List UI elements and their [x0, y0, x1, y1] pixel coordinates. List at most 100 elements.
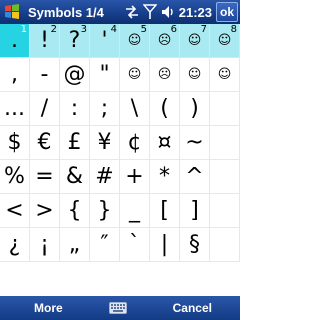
- symbol-key[interactable]: %: [0, 160, 30, 194]
- symbol-key[interactable]: ;: [90, 92, 120, 126]
- symbol-key[interactable]: 7 ☺: [180, 24, 210, 58]
- symbol-key[interactable]: 1.: [0, 24, 30, 58]
- symbol-glyph: ): [190, 95, 199, 121]
- symbol-key[interactable]: ☺: [180, 58, 210, 92]
- keyboard-icon[interactable]: [108, 302, 127, 314]
- symbol-key[interactable]: £: [60, 126, 90, 160]
- symbol-key[interactable]: ¡: [30, 228, 60, 262]
- signal-strength-icon[interactable]: [142, 4, 157, 20]
- symbol-key[interactable]: @: [60, 58, 90, 92]
- ok-button[interactable]: ok: [216, 2, 238, 22]
- symbol-key[interactable]: ": [90, 58, 120, 92]
- symbol-key[interactable]: ¿: [0, 228, 30, 262]
- symbol-key[interactable]: ...: [0, 92, 30, 126]
- smiley-icon: ☺: [127, 67, 142, 82]
- key-number-label: 3: [80, 24, 87, 35]
- symbol-glyph: @: [63, 61, 86, 87]
- symbol-glyph: !: [40, 27, 49, 53]
- symbol-glyph: (: [160, 95, 169, 121]
- symbol-glyph: €: [37, 129, 52, 155]
- symbol-key[interactable]: ¤: [150, 126, 180, 160]
- symbol-key[interactable]: „: [60, 228, 90, 262]
- symbol-key[interactable]: €: [30, 126, 60, 160]
- title-bar: Symbols 1/4 21:23 ok: [0, 0, 240, 24]
- symbol-key[interactable]: ☹: [150, 58, 180, 92]
- symbol-glyph: /: [40, 95, 49, 121]
- symbol-glyph: `: [129, 231, 140, 257]
- symbol-key[interactable]: /: [30, 92, 60, 126]
- key-number-label: 7: [200, 24, 207, 35]
- empty-key: [210, 92, 240, 126]
- symbol-glyph: :: [70, 95, 79, 121]
- key-number-label: 1: [20, 24, 27, 35]
- symbol-key[interactable]: (: [150, 92, 180, 126]
- data-arrows-icon[interactable]: [125, 5, 139, 19]
- symbol-key[interactable]: \: [120, 92, 150, 126]
- symbol-key[interactable]: ¥: [90, 126, 120, 160]
- symbol-key[interactable]: _: [120, 194, 150, 228]
- symbol-key[interactable]: :: [60, 92, 90, 126]
- symbol-glyph: $: [7, 129, 22, 155]
- key-number-label: 6: [170, 24, 177, 35]
- symbol-key[interactable]: ): [180, 92, 210, 126]
- key-number-label: 5: [140, 24, 147, 35]
- symbol-key[interactable]: &: [60, 160, 90, 194]
- more-softkey[interactable]: More: [34, 301, 63, 315]
- symbol-glyph: §: [189, 231, 200, 257]
- symbol-key[interactable]: ¢: [120, 126, 150, 160]
- symbol-glyph: &: [65, 163, 84, 189]
- symbol-key[interactable]: #: [90, 160, 120, 194]
- symbol-key[interactable]: {: [60, 194, 90, 228]
- symbol-key[interactable]: <: [0, 194, 30, 228]
- symbol-key[interactable]: -: [30, 58, 60, 92]
- windows-flag-icon[interactable]: [0, 0, 24, 24]
- symbol-key[interactable]: `: [120, 228, 150, 262]
- key-number-label: 8: [230, 24, 237, 35]
- symbol-glyph: #: [95, 163, 114, 189]
- symbol-key[interactable]: ~: [180, 126, 210, 160]
- speaker-icon[interactable]: [161, 5, 175, 19]
- symbol-key[interactable]: ]: [180, 194, 210, 228]
- symbol-key[interactable]: *: [150, 160, 180, 194]
- symbol-glyph: -: [40, 61, 49, 87]
- symbol-key[interactable]: 4 ': [90, 24, 120, 58]
- symbol-key[interactable]: }: [90, 194, 120, 228]
- symbol-glyph: ^: [185, 163, 204, 189]
- symbol-key[interactable]: ☺: [210, 58, 240, 92]
- smiley-icon: ☺: [217, 67, 232, 82]
- symbol-glyph: ¤: [157, 129, 172, 155]
- symbol-key[interactable]: ☺: [120, 58, 150, 92]
- key-number-label: 2: [50, 24, 57, 35]
- symbol-glyph: }: [97, 197, 112, 223]
- symbol-glyph: ¿: [8, 231, 21, 257]
- symbol-key[interactable]: 2!: [30, 24, 60, 58]
- symbol-key[interactable]: +: [120, 160, 150, 194]
- symbol-key[interactable]: 6 ☹: [150, 24, 180, 58]
- symbol-glyph: |: [160, 231, 169, 257]
- symbol-glyph: [: [160, 197, 169, 223]
- symbol-key[interactable]: ″: [90, 228, 120, 262]
- status-icons: 21:23: [125, 4, 212, 20]
- symbol-key[interactable]: 3?: [60, 24, 90, 58]
- symbol-key[interactable]: [: [150, 194, 180, 228]
- cancel-softkey[interactable]: Cancel: [173, 301, 212, 315]
- symbol-key[interactable]: §: [180, 228, 210, 262]
- symbol-key[interactable]: |: [150, 228, 180, 262]
- empty-key: [210, 160, 240, 194]
- empty-key: [210, 126, 240, 160]
- clock[interactable]: 21:23: [179, 5, 212, 20]
- symbol-glyph: *: [159, 163, 170, 189]
- symbol-glyph: ;: [100, 95, 109, 121]
- symbol-glyph: >: [35, 197, 54, 223]
- symbol-key[interactable]: =: [30, 160, 60, 194]
- symbol-key[interactable]: $: [0, 126, 30, 160]
- symbol-key[interactable]: ^: [180, 160, 210, 194]
- symbol-glyph: ″: [100, 231, 109, 257]
- symbol-key[interactable]: 8 ☺: [210, 24, 240, 58]
- symbol-key[interactable]: >: [30, 194, 60, 228]
- symbol-key[interactable]: ,: [0, 58, 30, 92]
- symbol-glyph: ,: [11, 61, 18, 87]
- symbol-glyph: ¡: [40, 231, 49, 257]
- smiley-icon: ☺: [127, 33, 142, 48]
- symbol-key[interactable]: 5 ☺: [120, 24, 150, 58]
